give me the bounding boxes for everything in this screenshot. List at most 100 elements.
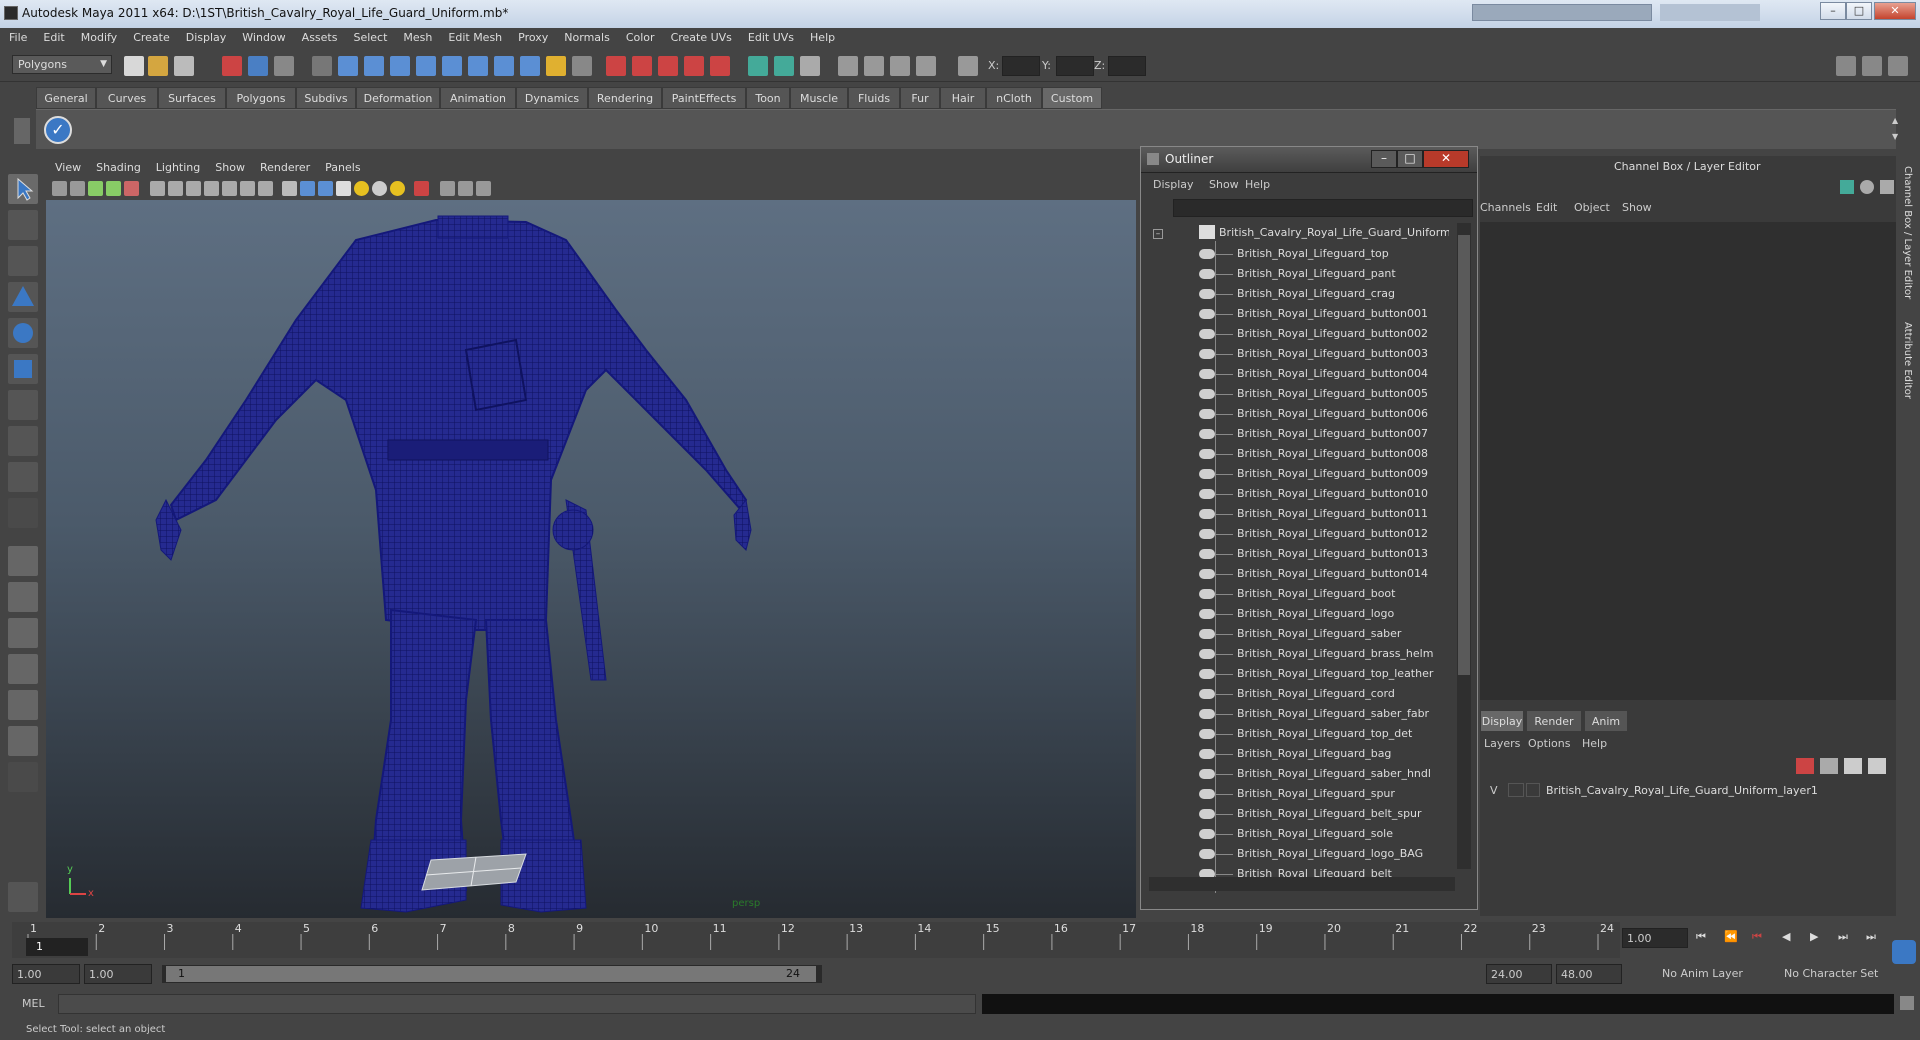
animation-start-field[interactable]: 1.00 <box>12 964 80 984</box>
grid-icon[interactable] <box>150 181 165 196</box>
outliner-item[interactable]: British_Royal_Lifeguard_cord <box>1237 687 1395 700</box>
bookmarks-icon[interactable] <box>88 181 103 196</box>
select-curves-icon[interactable] <box>390 56 410 76</box>
safe-action-icon[interactable] <box>240 181 255 196</box>
viewport-menu-view[interactable]: View <box>46 158 87 174</box>
move-tool-icon[interactable] <box>8 282 38 312</box>
single-perspective-layout-icon[interactable] <box>8 546 38 576</box>
menu-edit-mesh[interactable]: Edit Mesh <box>439 28 509 44</box>
outliner-title-bar[interactable]: Outliner – □ ✕ <box>1141 147 1477 173</box>
outliner-item[interactable]: British_Royal_Lifeguard_button011 <box>1237 507 1428 520</box>
viewport-menu-show[interactable]: Show <box>206 158 251 174</box>
collapse-toggle-icon[interactable]: – <box>1153 229 1163 239</box>
z-input[interactable] <box>1108 56 1146 76</box>
outliner-item[interactable]: British_Royal_Lifeguard_belt_spur <box>1237 807 1422 820</box>
channel-menu-show[interactable]: Show <box>1622 201 1652 214</box>
y-input[interactable] <box>1056 56 1094 76</box>
wireframe-icon[interactable] <box>282 181 297 196</box>
menu-assets[interactable]: Assets <box>293 28 345 44</box>
layer-color-swatch[interactable] <box>1526 783 1540 797</box>
shelf-tab-dynamics[interactable]: Dynamics <box>516 87 588 109</box>
outliner-item[interactable]: British_Royal_Lifeguard_logo_BAG <box>1237 847 1423 860</box>
step-back-frame-icon[interactable]: ⏪ <box>1724 930 1738 943</box>
outliner-item[interactable]: British_Royal_Lifeguard_button010 <box>1237 487 1428 500</box>
script-editor-button-icon[interactable] <box>1900 996 1914 1010</box>
layer-playback-toggle[interactable] <box>1508 783 1524 797</box>
shelf-tab-hair[interactable]: Hair <box>940 87 986 109</box>
close-button[interactable]: ✕ <box>1874 2 1916 20</box>
menu-modify[interactable]: Modify <box>72 28 124 44</box>
construction-history-icon[interactable] <box>800 56 820 76</box>
character-set-dropdown[interactable]: No Character Set <box>1770 964 1890 984</box>
channel-menu-edit[interactable]: Edit <box>1536 201 1557 214</box>
outliner-item[interactable]: British_Royal_Lifeguard_button013 <box>1237 547 1428 560</box>
shelf-tab-fur[interactable]: Fur <box>900 87 940 109</box>
layer-tab-render[interactable]: Render <box>1526 710 1582 732</box>
snap-point-icon[interactable] <box>658 56 678 76</box>
outliner-menu-display[interactable]: Display <box>1153 178 1194 191</box>
selection-mask-icon[interactable] <box>312 56 332 76</box>
toggle-attribute-editor-icon[interactable] <box>1836 56 1856 76</box>
outliner-item[interactable]: British_Royal_Lifeguard_button001 <box>1237 307 1428 320</box>
outliner-filter-input[interactable] <box>1173 199 1473 217</box>
outliner-menu-help[interactable]: Help <box>1245 178 1270 191</box>
viewport-menu-panels[interactable]: Panels <box>316 158 366 174</box>
outliner-item[interactable]: British_Royal_Lifeguard_saber_hndl <box>1237 767 1431 780</box>
perspective-viewport[interactable]: y x persp <box>46 200 1136 918</box>
rotate-tool-icon[interactable] <box>8 318 38 348</box>
layer-name[interactable]: British_Cavalry_Royal_Life_Guard_Uniform… <box>1546 784 1818 797</box>
move-layer-up-icon[interactable] <box>1796 758 1814 774</box>
camera-select-icon[interactable] <box>52 181 67 196</box>
outliner-item[interactable]: British_Royal_Lifeguard_boot <box>1237 587 1395 600</box>
snap-view-plane-icon[interactable] <box>684 56 704 76</box>
script-editor-icon[interactable] <box>8 882 38 912</box>
current-frame-marker[interactable]: 1 <box>26 938 88 956</box>
outliner-scroll-thumb[interactable] <box>1458 235 1470 675</box>
xray-joints-icon[interactable] <box>458 181 473 196</box>
isolate-select-icon[interactable] <box>414 181 429 196</box>
move-layer-down-icon[interactable] <box>1820 758 1838 774</box>
anim-layer-dropdown[interactable]: No Anim Layer <box>1648 964 1760 984</box>
command-input[interactable] <box>58 994 976 1014</box>
open-scene-icon[interactable] <box>148 56 168 76</box>
hud-icon[interactable] <box>476 181 491 196</box>
film-gate-icon[interactable] <box>168 181 183 196</box>
textured-icon[interactable] <box>336 181 351 196</box>
x-input[interactable] <box>1002 56 1040 76</box>
smooth-shade-icon[interactable] <box>300 181 315 196</box>
menu-help[interactable]: Help <box>801 28 842 44</box>
soft-modification-icon[interactable] <box>8 426 38 456</box>
select-joints-icon[interactable] <box>364 56 384 76</box>
outliner-root-item[interactable]: British_Cavalry_Royal_Life_Guard_Uniform <box>1219 226 1449 239</box>
snap-grid-icon[interactable] <box>606 56 626 76</box>
outliner-item[interactable]: British_Royal_Lifeguard_button003 <box>1237 347 1428 360</box>
persp-outliner-layout-icon[interactable] <box>8 618 38 648</box>
layer-menu-options[interactable]: Options <box>1528 737 1570 750</box>
layer-menu-help[interactable]: Help <box>1582 737 1607 750</box>
resolution-gate-icon[interactable] <box>186 181 201 196</box>
playback-end-field[interactable]: 24.00 <box>1486 964 1552 984</box>
shadows-icon[interactable] <box>390 181 405 196</box>
shelf-tab-painteffects[interactable]: PaintEffects <box>662 87 746 109</box>
outliner-item[interactable]: British_Royal_Lifeguard_button012 <box>1237 527 1428 540</box>
shelf-tab-ncloth[interactable]: nCloth <box>986 87 1042 109</box>
gate-mask-icon[interactable] <box>204 181 219 196</box>
output-ops-icon[interactable] <box>774 56 794 76</box>
shelf-tab-general[interactable]: General <box>36 87 96 109</box>
last-tool-icon[interactable] <box>8 498 38 528</box>
outliner-item[interactable]: British_Royal_Lifeguard_button009 <box>1237 467 1428 480</box>
hypershade-layout-icon[interactable] <box>8 690 38 720</box>
checkmark-shelf-icon[interactable]: ✓ <box>44 116 72 144</box>
menu-set-dropdown[interactable]: Polygons ▼ <box>12 55 112 74</box>
menu-display[interactable]: Display <box>177 28 234 44</box>
channel-menu-object[interactable]: Object <box>1574 201 1610 214</box>
menu-create-uvs[interactable]: Create UVs <box>662 28 739 44</box>
wireframe-on-shaded-icon[interactable] <box>318 181 333 196</box>
image-plane-icon[interactable] <box>106 181 121 196</box>
go-to-end-icon[interactable]: ⏭ <box>1866 930 1876 944</box>
select-handles-icon[interactable] <box>338 56 358 76</box>
select-tool-icon[interactable] <box>8 174 38 204</box>
select-rendering-icon[interactable] <box>494 56 514 76</box>
search-help-box[interactable] <box>1472 4 1652 21</box>
lasso-tool-icon[interactable] <box>8 210 38 240</box>
